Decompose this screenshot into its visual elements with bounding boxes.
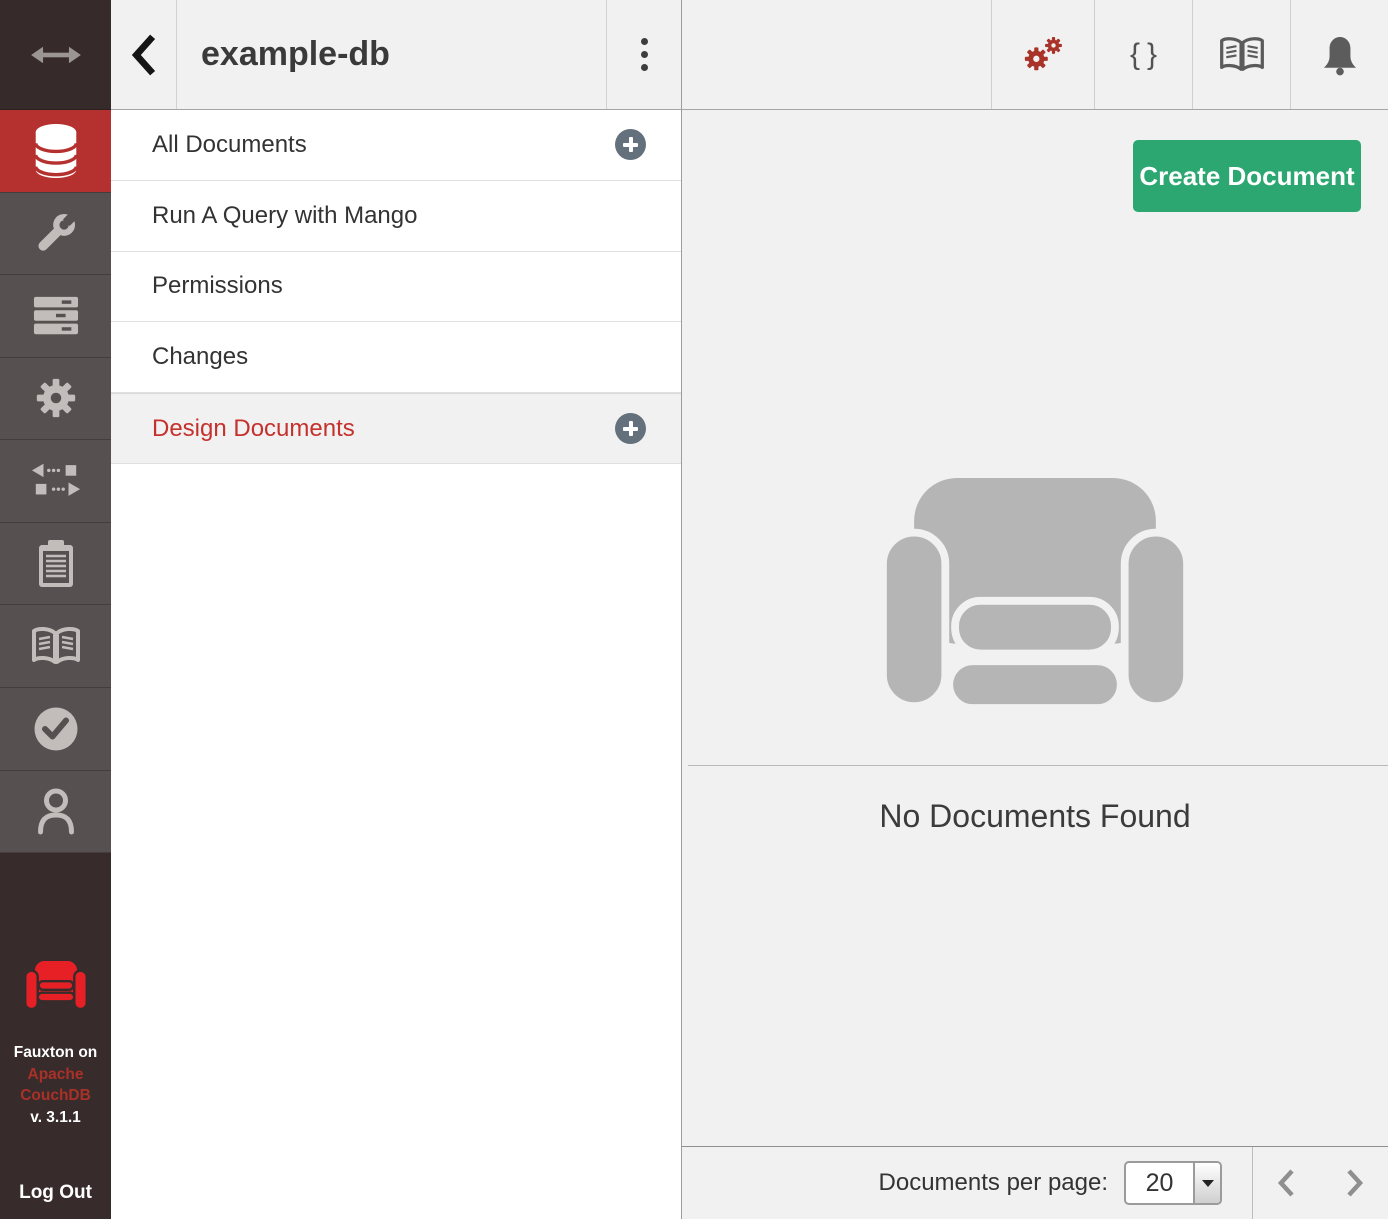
nav-item-mango-query[interactable]: Run A Query with Mango	[111, 181, 681, 252]
fauxton-app: Fauxton on Apache CouchDB v. 3.1.1 Log O…	[0, 0, 1388, 1219]
brand-line-2: Apache	[0, 1064, 111, 1086]
sidebar-item-documentation[interactable]	[0, 605, 111, 688]
sidebar-item-setup[interactable]	[0, 193, 111, 276]
caret-down-icon	[1202, 1180, 1214, 1187]
database-panel-header: example-db	[111, 0, 681, 110]
api-settings-button[interactable]	[991, 0, 1094, 109]
database-icon	[32, 123, 80, 179]
nav-item-label: All Documents	[152, 131, 615, 159]
nav-item-all-documents[interactable]: All Documents	[111, 110, 681, 181]
previous-page-button[interactable]	[1277, 1168, 1297, 1198]
main-panel: {}	[682, 0, 1388, 1219]
wrench-icon	[31, 208, 81, 258]
brand-text: Fauxton on Apache CouchDB v. 3.1.1	[0, 1042, 111, 1128]
nav-item-label: Run A Query with Mango	[152, 202, 646, 230]
add-design-doc-icon[interactable]	[615, 413, 646, 444]
documents-area: Create Document No Documents Found	[682, 110, 1388, 1146]
select-dropdown-button	[1193, 1163, 1220, 1203]
nav-item-permissions[interactable]: Permissions	[111, 252, 681, 323]
per-page-control: Documents per page: 20	[682, 1147, 1252, 1219]
main-footer: Documents per page: 20	[682, 1146, 1388, 1219]
gears-icon	[1020, 34, 1066, 76]
sidebar-item-replication[interactable]	[0, 440, 111, 523]
brand-version: v. 3.1.1	[0, 1107, 111, 1129]
couch-illustration	[879, 478, 1191, 710]
content-divider	[688, 765, 1388, 766]
json-view-button[interactable]: {}	[1094, 0, 1192, 109]
sidebar-item-verify[interactable]	[0, 688, 111, 771]
nav-item-label: Design Documents	[152, 415, 615, 443]
database-panel: example-db All Documents Run A Query wit…	[111, 0, 682, 1219]
notifications-button[interactable]	[1290, 0, 1388, 109]
chevron-right-icon	[1344, 1168, 1364, 1198]
main-header: {}	[682, 0, 1388, 110]
database-menu-button[interactable]	[606, 0, 681, 109]
expand-icon	[31, 43, 81, 67]
sidebar-item-cluster[interactable]	[0, 275, 111, 358]
chevron-left-icon	[131, 33, 157, 77]
icon-sidebar: Fauxton on Apache CouchDB v. 3.1.1 Log O…	[0, 0, 111, 1219]
documents-per-page-select[interactable]: 20	[1124, 1161, 1222, 1205]
person-icon	[36, 787, 76, 835]
per-page-value: 20	[1126, 1163, 1193, 1203]
server-stack-icon	[33, 296, 79, 336]
bell-icon	[1322, 34, 1358, 76]
back-button[interactable]	[111, 0, 177, 109]
database-nav: All Documents Run A Query with Mango Per…	[111, 110, 681, 464]
braces-icon: {}	[1130, 38, 1164, 72]
sidebar-item-account[interactable]	[0, 771, 111, 854]
sidebar-item-configuration[interactable]	[0, 358, 111, 441]
sidebar-expand-button[interactable]	[0, 0, 111, 110]
sidebar-nav	[0, 110, 111, 853]
nav-item-changes[interactable]: Changes	[111, 322, 681, 393]
chevron-left-icon	[1277, 1168, 1297, 1198]
create-document-button[interactable]: Create Document	[1133, 140, 1361, 212]
sidebar-footer: Fauxton on Apache CouchDB v. 3.1.1 Log O…	[0, 853, 111, 1219]
gear-icon	[33, 375, 79, 421]
check-circle-icon	[33, 706, 79, 752]
database-title: example-db	[177, 0, 606, 109]
kebab-icon	[641, 38, 648, 45]
add-document-icon[interactable]	[615, 129, 646, 160]
per-page-label: Documents per page:	[879, 1169, 1108, 1197]
brand-line-3: CouchDB	[0, 1085, 111, 1107]
book-icon	[1218, 35, 1266, 74]
clipboard-icon	[36, 539, 76, 589]
brand-line-1: Fauxton on	[0, 1042, 111, 1064]
sidebar-item-active-tasks[interactable]	[0, 523, 111, 606]
nav-item-design-documents[interactable]: Design Documents	[111, 393, 681, 464]
documentation-button[interactable]	[1192, 0, 1290, 109]
empty-state-message: No Documents Found	[682, 798, 1388, 835]
replication-icon	[31, 462, 81, 500]
nav-item-label: Changes	[152, 343, 646, 371]
couch-icon	[25, 961, 87, 1011]
book-icon	[30, 625, 82, 667]
sidebar-item-databases[interactable]	[0, 110, 111, 193]
nav-item-label: Permissions	[152, 272, 646, 300]
pagination	[1252, 1147, 1388, 1219]
logout-button[interactable]: Log Out	[0, 1182, 111, 1204]
header-spacer	[682, 0, 991, 109]
next-page-button[interactable]	[1344, 1168, 1364, 1198]
